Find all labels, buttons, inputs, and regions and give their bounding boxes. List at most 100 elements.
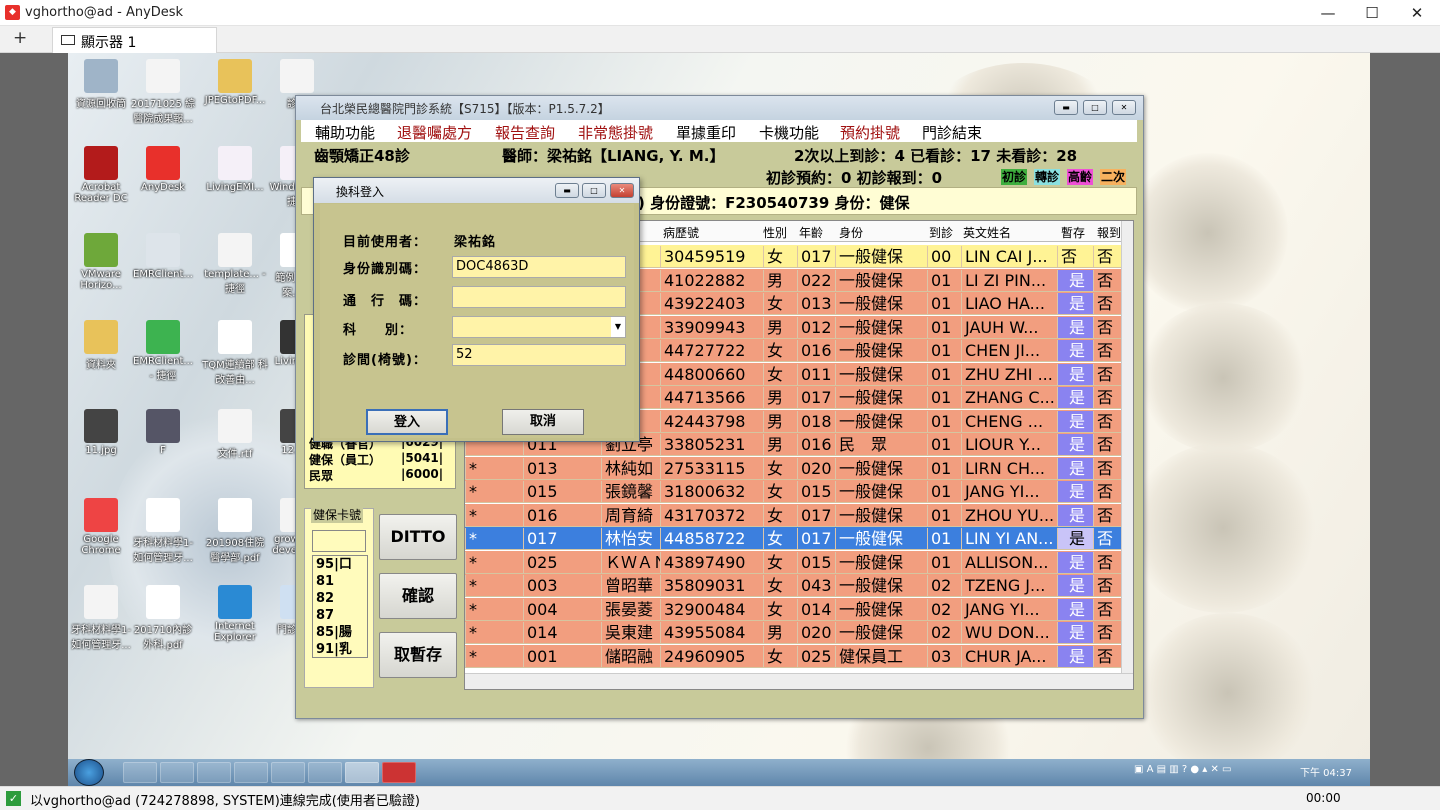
table-row[interactable]: * 017 林怡安 44858722 女 017 一般健保 01 LIN YI AN... 是否 xyxy=(465,527,1125,550)
table-row[interactable]: * 013 林純如 27533115 女 020 一般健保 01 LIRN CH... 是否 xyxy=(465,456,1125,480)
card-list-item[interactable]: 95|口 xyxy=(313,556,367,573)
identity-list-item[interactable]: 健保（員工） |5041| xyxy=(309,451,443,468)
maximize-button[interactable]: ☐ xyxy=(1350,0,1394,26)
menu-item[interactable]: 退醫囑處方 xyxy=(397,122,472,143)
menu-item[interactable]: 報告查詢 xyxy=(495,122,555,143)
table-row[interactable]: * 014 吳東建 43955084 男 020 一般健保 02 WU DON... 是否 xyxy=(465,621,1125,644)
menu-item[interactable]: 輔助功能 xyxy=(315,122,375,143)
grid-header-cell[interactable]: 身份 xyxy=(839,224,863,241)
desktop-icon[interactable]: TQM連續部 科改善由... xyxy=(202,320,268,386)
confirm-button[interactable]: 確認 xyxy=(379,573,457,619)
desktop-icon[interactable]: 資料夾 xyxy=(68,320,134,371)
app-maximize-button[interactable]: □ xyxy=(1083,100,1107,115)
grid-header-cell[interactable]: 英文姓名 xyxy=(963,224,1011,241)
table-row[interactable]: * 015 張鏡馨 31800632 女 015 一般健保 01 JANG YI... 是否 xyxy=(465,480,1125,503)
table-cell-visit: 01 xyxy=(927,434,961,455)
desktop-icon[interactable]: 20171025 綜醫院成果報... xyxy=(130,59,196,125)
grid-header-cell[interactable]: 暫存 xyxy=(1061,224,1085,241)
table-cell-visit: 01 xyxy=(927,410,961,432)
desktop-icon[interactable]: 牙科材料學1-如何管理牙... xyxy=(130,498,196,564)
grid-header-cell[interactable]: 報到 xyxy=(1097,224,1121,241)
monitor-icon xyxy=(61,35,75,45)
taskbar-calc[interactable] xyxy=(308,762,342,783)
cancel-hold-button[interactable]: 取暫存 xyxy=(379,632,457,678)
menu-item[interactable]: 預約掛號 xyxy=(840,122,900,143)
taskbar-ie[interactable] xyxy=(197,762,231,783)
taskbar-media[interactable] xyxy=(234,762,268,783)
desktop-icon[interactable]: Acrobat Reader DC xyxy=(68,146,134,204)
menu-item[interactable]: 卡機功能 xyxy=(759,122,819,143)
ditto-button[interactable]: DITTO xyxy=(379,514,457,560)
login-button[interactable]: 登入 xyxy=(366,409,448,435)
table-row[interactable]: * 004 張晏菱 32900484 女 014 一般健保 02 JANG YI... 是否 xyxy=(465,597,1125,621)
close-button[interactable]: ✕ xyxy=(1395,0,1439,26)
card-list-item[interactable]: 82 xyxy=(313,590,367,607)
card-list-item[interactable]: 91|乳 xyxy=(313,641,367,658)
desktop-icon[interactable]: AnyDesk xyxy=(130,146,196,193)
card-number-input[interactable] xyxy=(312,530,366,552)
desktop-icon[interactable]: template... - 捷徑 xyxy=(202,233,268,295)
taskbar-anydesk[interactable] xyxy=(382,762,416,783)
desktop-icon[interactable]: 201710內診 外科.pdf xyxy=(130,585,196,651)
room-field[interactable]: 52 xyxy=(452,344,626,366)
start-button[interactable] xyxy=(74,759,104,786)
anydesk-status-bar: ✓ 以vghortho@ad (724278898, SYSTEM)連線完成(使… xyxy=(0,786,1440,810)
desktop-icon[interactable]: 資源回收筒 xyxy=(68,59,134,110)
app-close-button[interactable]: ✕ xyxy=(1112,100,1136,115)
dialog-minimize-button[interactable]: ▬ xyxy=(555,183,579,198)
menu-item[interactable]: 門診結束 xyxy=(922,122,982,143)
desktop-icon[interactable]: 牙科材料學1-如何管理牙... xyxy=(68,585,134,651)
table-row[interactable]: * 001 儲昭融 24960905 女 025 健保員工 03 CHUR JA... 是否 xyxy=(465,644,1125,668)
identity-list-item[interactable]: 民眾 |6000| xyxy=(309,467,443,484)
table-cell-visit: 01 xyxy=(927,363,961,385)
dialog-maximize-button[interactable]: □ xyxy=(582,183,606,198)
grid-horizontal-scrollbar[interactable] xyxy=(465,673,1133,689)
desktop-icon[interactable]: EMRClient... xyxy=(130,233,196,280)
chevron-down-icon[interactable]: ▼ xyxy=(611,317,625,337)
desktop-icon[interactable]: F xyxy=(130,409,196,456)
ie-icon xyxy=(218,585,252,619)
tray-icons[interactable]: ▣ A ▤ ▥ ? ● ▴ ✕ ▭ xyxy=(1134,764,1232,775)
taskbar-chrome[interactable] xyxy=(271,762,305,783)
grid-vertical-scrollbar[interactable] xyxy=(1121,221,1133,673)
new-tab-button[interactable]: + xyxy=(13,28,27,48)
cancel-button[interactable]: 取消 xyxy=(502,409,584,435)
tab-display[interactable]: 顯示器 1 xyxy=(52,27,217,53)
desktop-icon[interactable]: 文件.rtf xyxy=(202,409,268,460)
password-field[interactable] xyxy=(452,286,626,308)
menu-item[interactable]: 單據重印 xyxy=(676,122,736,143)
minimize-button[interactable]: — xyxy=(1306,0,1350,26)
grid-header-cell[interactable]: 性別 xyxy=(763,224,787,241)
table-cell-tmp: 是 xyxy=(1057,504,1093,526)
grid-header-cell[interactable]: 病歷號 xyxy=(663,224,699,241)
table-row[interactable]: * 016 周育綺 43170372 女 017 一般健保 01 ZHOU YU... 是否 xyxy=(465,503,1125,527)
desktop-icon[interactable]: 11.jpg xyxy=(68,409,134,456)
grid-header-cell[interactable]: 到診 xyxy=(929,224,953,241)
dept-select[interactable]: ▼ xyxy=(452,316,626,338)
desktop-icon[interactable]: EMRClient... - 捷徑 xyxy=(130,320,196,382)
card-number-list[interactable]: 95|口 81 82 87 85|腸 91|乳 xyxy=(312,555,368,658)
card-list-item[interactable]: 85|腸 xyxy=(313,624,367,641)
card-list-item[interactable]: 81 xyxy=(313,573,367,590)
desktop-icon[interactable]: Google Chrome xyxy=(68,498,134,556)
table-cell-tmp: 是 xyxy=(1057,434,1093,455)
app-minimize-button[interactable]: ▬ xyxy=(1054,100,1078,115)
desktop-icon[interactable]: 201908住院 醫學部.pdf xyxy=(202,498,268,564)
desktop-icon[interactable]: Internet Explorer xyxy=(202,585,268,643)
table-cell-chk: 否 xyxy=(1093,457,1123,479)
dialog-close-button[interactable]: ✕ xyxy=(610,183,634,198)
taskbar-app[interactable] xyxy=(160,762,194,783)
table-row[interactable]: *025ＫＷＡＮ43897490女015一般健保01ALLISON...是否 xyxy=(465,550,1125,574)
grid-header-cell[interactable]: 年齡 xyxy=(799,224,823,241)
table-cell-chart: 27533115 xyxy=(660,457,763,479)
desktop-icon[interactable]: VMware Horizo... xyxy=(68,233,134,291)
taskbar-explorer[interactable] xyxy=(123,762,157,783)
menu-item[interactable]: 非常態掛號 xyxy=(578,122,653,143)
desktop-icon[interactable]: LivingEMI... xyxy=(202,146,268,193)
table-cell-visit: 01 xyxy=(927,293,961,314)
id-code-field[interactable]: DOC4863D xyxy=(452,256,626,278)
table-row[interactable]: * 003 曾昭華 35809031 女 043 一般健保 02 TZENG J... 是否 xyxy=(465,574,1125,597)
taskbar-clinic-app[interactable] xyxy=(345,762,379,783)
card-list-item[interactable]: 87 xyxy=(313,607,367,624)
desktop-icon[interactable]: JPEGtoPDF... xyxy=(202,59,268,106)
